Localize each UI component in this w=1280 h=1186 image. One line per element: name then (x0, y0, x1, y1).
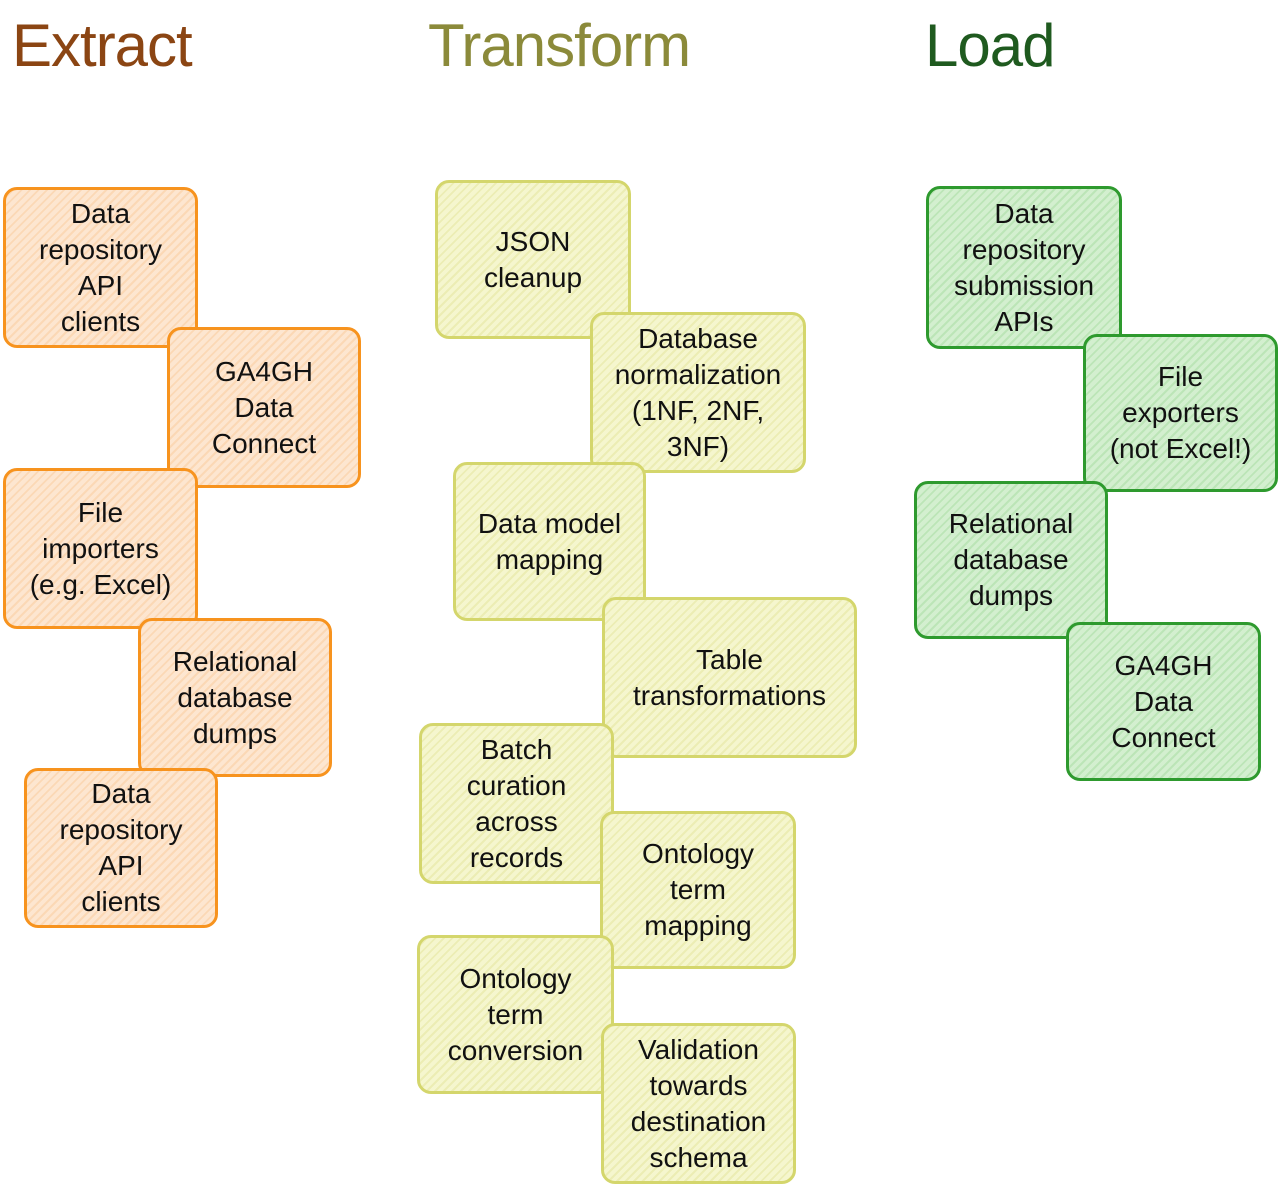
load-box-file-exporters: File exporters (not Excel!) (1083, 334, 1278, 492)
box-label: Data repository API clients (39, 197, 162, 337)
box-label: Data repository submission APIs (953, 197, 1095, 337)
extract-box-relational-database-dumps: Relational database dumps (138, 618, 332, 777)
box-label: Ontology term conversion (447, 962, 584, 1066)
load-box-data-repository-submission-apis: Data repository submission APIs (926, 186, 1122, 349)
transform-box-ontology-term-mapping: Ontology term mapping (600, 811, 796, 969)
transform-box-batch-curation: Batch curation across records (419, 723, 614, 884)
box-label: JSON cleanup (483, 225, 583, 293)
extract-box-ga4gh-data-connect: GA4GH Data Connect (167, 327, 361, 488)
box-label: Data model mapping (477, 507, 622, 575)
transform-box-database-normalization: Database normalization (1NF, 2NF, 3NF) (590, 312, 806, 473)
transform-box-validation: Validation towards destination schema (601, 1023, 796, 1184)
extract-box-data-repository-api-clients: Data repository API clients (3, 187, 198, 348)
box-label: GA4GH Data Connect (211, 355, 317, 459)
extract-box-file-importers: File importers (e.g. Excel) (3, 468, 198, 629)
load-box-ga4gh-data-connect: GA4GH Data Connect (1066, 622, 1261, 781)
load-box-relational-database-dumps: Relational database dumps (914, 481, 1108, 639)
heading-load: Load (925, 12, 1055, 79)
box-label: Validation towards destination schema (630, 1033, 767, 1173)
heading-transform: Transform (428, 12, 691, 79)
box-label: File importers (e.g. Excel) (29, 496, 172, 600)
box-label: Relational database dumps (172, 645, 298, 749)
box-label: Batch curation across records (466, 733, 567, 873)
transform-box-table-transformations: Table transformations (602, 597, 857, 758)
box-label: Relational database dumps (948, 508, 1074, 611)
box-label: GA4GH Data Connect (1111, 649, 1216, 753)
box-label: Database normalization (1NF, 2NF, 3NF) (614, 322, 782, 462)
box-label: Table transformations (633, 643, 826, 711)
transform-box-ontology-term-conversion: Ontology term conversion (417, 935, 614, 1094)
extract-box-data-repository-api-clients-2: Data repository API clients (24, 768, 218, 928)
box-label: Ontology term mapping (641, 838, 755, 941)
box-label: Data repository API clients (59, 778, 183, 917)
heading-extract: Extract (12, 12, 193, 79)
box-label: File exporters (not Excel!) (1109, 361, 1252, 464)
